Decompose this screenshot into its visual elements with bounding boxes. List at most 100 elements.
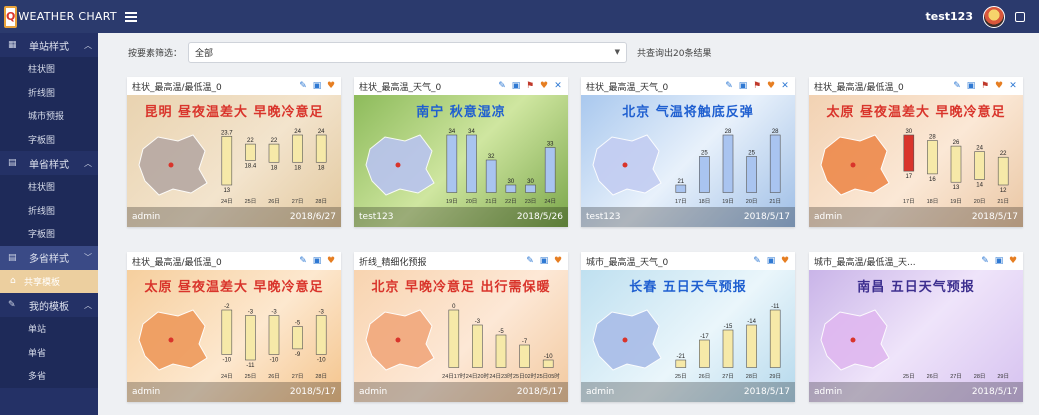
template-card[interactable]: 柱状_最高温_天气_0 ✎ ▣ ⚑ ♥ ✕ 南宁 秋意湿凉 34 19日 34 20日 32 21日 30… bbox=[354, 77, 568, 227]
day-label: 24日17时 bbox=[442, 372, 466, 380]
card-title: 城市_最高温_天气_0 bbox=[586, 257, 669, 268]
card-thumbnail[interactable]: 南宁 秋意湿凉 34 19日 34 20日 32 21日 30 22日 30 23日 33 24日 tes… bbox=[354, 95, 568, 227]
share-icon[interactable]: ⚑ bbox=[525, 81, 535, 91]
edit-icon[interactable]: ✎ bbox=[752, 256, 762, 266]
sidebar-item-shared-templates[interactable]: ⌂ 共享模板 bbox=[0, 269, 98, 293]
sidebar-item-city-forecast[interactable]: 城市预报 bbox=[0, 104, 98, 128]
favorite-icon[interactable]: ♥ bbox=[539, 81, 549, 91]
high-temp-label: 30 bbox=[507, 179, 514, 185]
edit-icon[interactable]: ✎ bbox=[497, 81, 507, 91]
sidebar-group-my-templates[interactable]: ✎ 我的模板 ︿ bbox=[0, 293, 98, 317]
high-temp-label: 33 bbox=[547, 142, 554, 148]
favorite-icon[interactable]: ♥ bbox=[780, 256, 790, 266]
card-author: admin bbox=[814, 387, 843, 397]
sidebar-item-province[interactable]: 单省 bbox=[0, 340, 98, 364]
edit-icon[interactable]: ✎ bbox=[525, 256, 535, 266]
card-thumbnail[interactable]: 长春 五日天气预报 -21 25日 -17 26日 -15 27日 -14 28日 -11 29日 a… bbox=[581, 270, 795, 402]
template-card[interactable]: 折线_精细化预报 ✎ ▣ ♥ 北京 早晚冷意足 出行需保暖 0 24日17时 -3 24日20时… bbox=[354, 252, 568, 402]
share-icon[interactable]: ⚑ bbox=[752, 81, 762, 91]
card-footer: admin 2018/5/17 bbox=[127, 382, 341, 402]
menu-toggle-icon[interactable] bbox=[125, 11, 137, 22]
favorite-icon[interactable]: ♥ bbox=[326, 256, 336, 266]
sidebar-item-line[interactable]: 折线图 bbox=[0, 80, 98, 104]
temperature-bar bbox=[722, 329, 734, 368]
image-icon[interactable]: ▣ bbox=[312, 81, 322, 91]
day-label: 24日20时 bbox=[466, 372, 490, 380]
template-card[interactable]: 柱状_最高温/最低温_0 ✎ ▣ ♥ 太原 昼夜温差大 早晚冷意足 -2 -10 24日 -3-… bbox=[127, 252, 341, 402]
sidebar-item-multi-province[interactable]: 多省 bbox=[0, 364, 98, 388]
favorite-icon[interactable]: ♥ bbox=[1008, 256, 1018, 266]
sidebar-item-wordboard[interactable]: 字板图 bbox=[0, 222, 98, 246]
sidebar-group-single-province[interactable]: ▤ 单省样式 ︿ bbox=[0, 151, 98, 175]
low-temp-label: 18 bbox=[271, 165, 278, 171]
favorite-icon[interactable]: ♥ bbox=[994, 81, 1004, 91]
thumbnail-headline: 南宁 秋意湿凉 bbox=[416, 105, 506, 120]
chevron-up-icon: ︿ bbox=[84, 40, 92, 50]
image-icon[interactable]: ▣ bbox=[966, 81, 976, 91]
image-icon[interactable]: ▣ bbox=[539, 256, 549, 266]
sidebar-group-single-station[interactable]: ▦ 单站样式 ︿ bbox=[0, 33, 98, 57]
favorite-icon[interactable]: ♥ bbox=[766, 81, 776, 91]
card-header: 城市_最高温_天气_0 ✎ ▣ ♥ bbox=[581, 252, 795, 270]
low-temp-label: -10 bbox=[270, 357, 279, 363]
temperature-bar bbox=[542, 359, 554, 368]
template-card[interactable]: 柱状_最高温/最低温_0 ✎ ▣ ⚑ ♥ ✕ 太原 昼夜温差大 早晚冷意足 30 17 17日 28… bbox=[809, 77, 1023, 227]
card-author: admin bbox=[814, 212, 843, 222]
edit-icon[interactable]: ✎ bbox=[724, 81, 734, 91]
card-author: test123 bbox=[359, 212, 394, 222]
card-thumbnail[interactable]: 太原 昼夜温差大 早晚冷意足 30 17 17日 28 16 18日 26 13 19日 24 14 2… bbox=[809, 95, 1023, 227]
card-footer: test123 2018/5/17 bbox=[581, 207, 795, 227]
day-label: 20日 bbox=[746, 198, 758, 205]
template-card[interactable]: 城市_最高温/最低温_天... ✎ ▣ ♥ 南昌 五日天气预报 25日 26日 27日 28日 2… bbox=[809, 252, 1023, 402]
avatar[interactable] bbox=[983, 5, 1005, 28]
favorite-icon[interactable]: ♥ bbox=[553, 256, 563, 266]
template-card[interactable]: 柱状_最高温/最低温_0 ✎ ▣ ♥ 昆明 昼夜温差大 早晚冷意足 23.7 13 24日 22… bbox=[127, 77, 341, 227]
card-title: 城市_最高温/最低温_天... bbox=[814, 257, 916, 268]
low-temp-label: 14 bbox=[976, 182, 983, 188]
edit-icon[interactable]: ✎ bbox=[952, 81, 962, 91]
day-label: 25日05时 bbox=[537, 372, 561, 380]
card-header: 柱状_最高温/最低温_0 ✎ ▣ ♥ bbox=[127, 252, 341, 270]
sidebar-item-station[interactable]: 单站 bbox=[0, 317, 98, 341]
image-icon[interactable]: ▣ bbox=[511, 81, 521, 91]
card-title: 折线_精细化预报 bbox=[359, 257, 427, 268]
chevron-up-icon: ︿ bbox=[84, 158, 92, 168]
image-icon[interactable]: ▣ bbox=[312, 256, 322, 266]
sidebar-group-multi-province[interactable]: ▤ 多省样式 ﹀ bbox=[0, 245, 98, 270]
sidebar-item-line[interactable]: 折线图 bbox=[0, 198, 98, 222]
app-logo[interactable]: Q WEATHER CHART bbox=[0, 0, 117, 33]
card-thumbnail[interactable]: 昆明 昼夜温差大 早晚冷意足 23.7 13 24日 22 18.4 25日 22 18 26日 2… bbox=[127, 95, 341, 227]
close-icon[interactable]: ✕ bbox=[553, 81, 563, 91]
image-icon[interactable]: ▣ bbox=[766, 256, 776, 266]
high-temp-label: -11 bbox=[771, 304, 780, 310]
sidebar-item-bar[interactable]: 柱状图 bbox=[0, 175, 98, 199]
share-icon[interactable]: ⚑ bbox=[980, 81, 990, 91]
sidebar-item-bar[interactable]: 柱状图 bbox=[0, 57, 98, 81]
image-icon[interactable]: ▣ bbox=[738, 81, 748, 91]
close-icon[interactable]: ✕ bbox=[1008, 81, 1018, 91]
close-icon[interactable]: ✕ bbox=[780, 81, 790, 91]
temperature-bar bbox=[997, 156, 1009, 186]
card-thumbnail[interactable]: 太原 昼夜温差大 早晚冷意足 -2 -10 24日 -3 -11 25日 -3 -10 26日 -5… bbox=[127, 270, 341, 402]
sidebar-item-wordboard[interactable]: 字板图 bbox=[0, 127, 98, 151]
favorite-icon[interactable]: ♥ bbox=[326, 81, 336, 91]
card-thumbnail[interactable]: 北京 气温将触底反弹 21 17日 25 18日 28 19日 25 20日 28 21日 test1… bbox=[581, 95, 795, 227]
low-temp-label: 18 bbox=[318, 165, 325, 171]
edit-icon[interactable]: ✎ bbox=[980, 256, 990, 266]
card-thumbnail[interactable]: 北京 早晚冷意足 出行需保暖 0 24日17时 -3 24日20时 -5 24日23时 -7 2… bbox=[354, 270, 568, 402]
map-icon: ▤ bbox=[8, 252, 17, 263]
day-label: 24日 bbox=[221, 373, 233, 380]
edit-icon[interactable]: ✎ bbox=[298, 81, 308, 91]
day-label: 29日 bbox=[769, 373, 781, 380]
temperature-bar bbox=[495, 334, 507, 368]
element-filter-select[interactable]: 全部 ▼ bbox=[188, 41, 627, 63]
image-icon[interactable]: ▣ bbox=[994, 256, 1004, 266]
high-temp-label: -10 bbox=[544, 354, 553, 360]
low-temp-label: 18.4 bbox=[245, 163, 257, 169]
high-temp-label: -14 bbox=[747, 319, 756, 325]
template-card[interactable]: 柱状_最高温_天气_0 ✎ ▣ ⚑ ♥ ✕ 北京 气温将触底反弹 21 17日 25 18日 28 19… bbox=[581, 77, 795, 227]
template-card[interactable]: 城市_最高温_天气_0 ✎ ▣ ♥ 长春 五日天气预报 -21 25日 -17 26日 -15 27… bbox=[581, 252, 795, 402]
edit-icon[interactable]: ✎ bbox=[298, 256, 308, 266]
logout-icon[interactable] bbox=[1015, 11, 1025, 22]
card-thumbnail[interactable]: 南昌 五日天气预报 25日 26日 27日 28日 29日 admin 2018/5/17 bbox=[809, 270, 1023, 402]
